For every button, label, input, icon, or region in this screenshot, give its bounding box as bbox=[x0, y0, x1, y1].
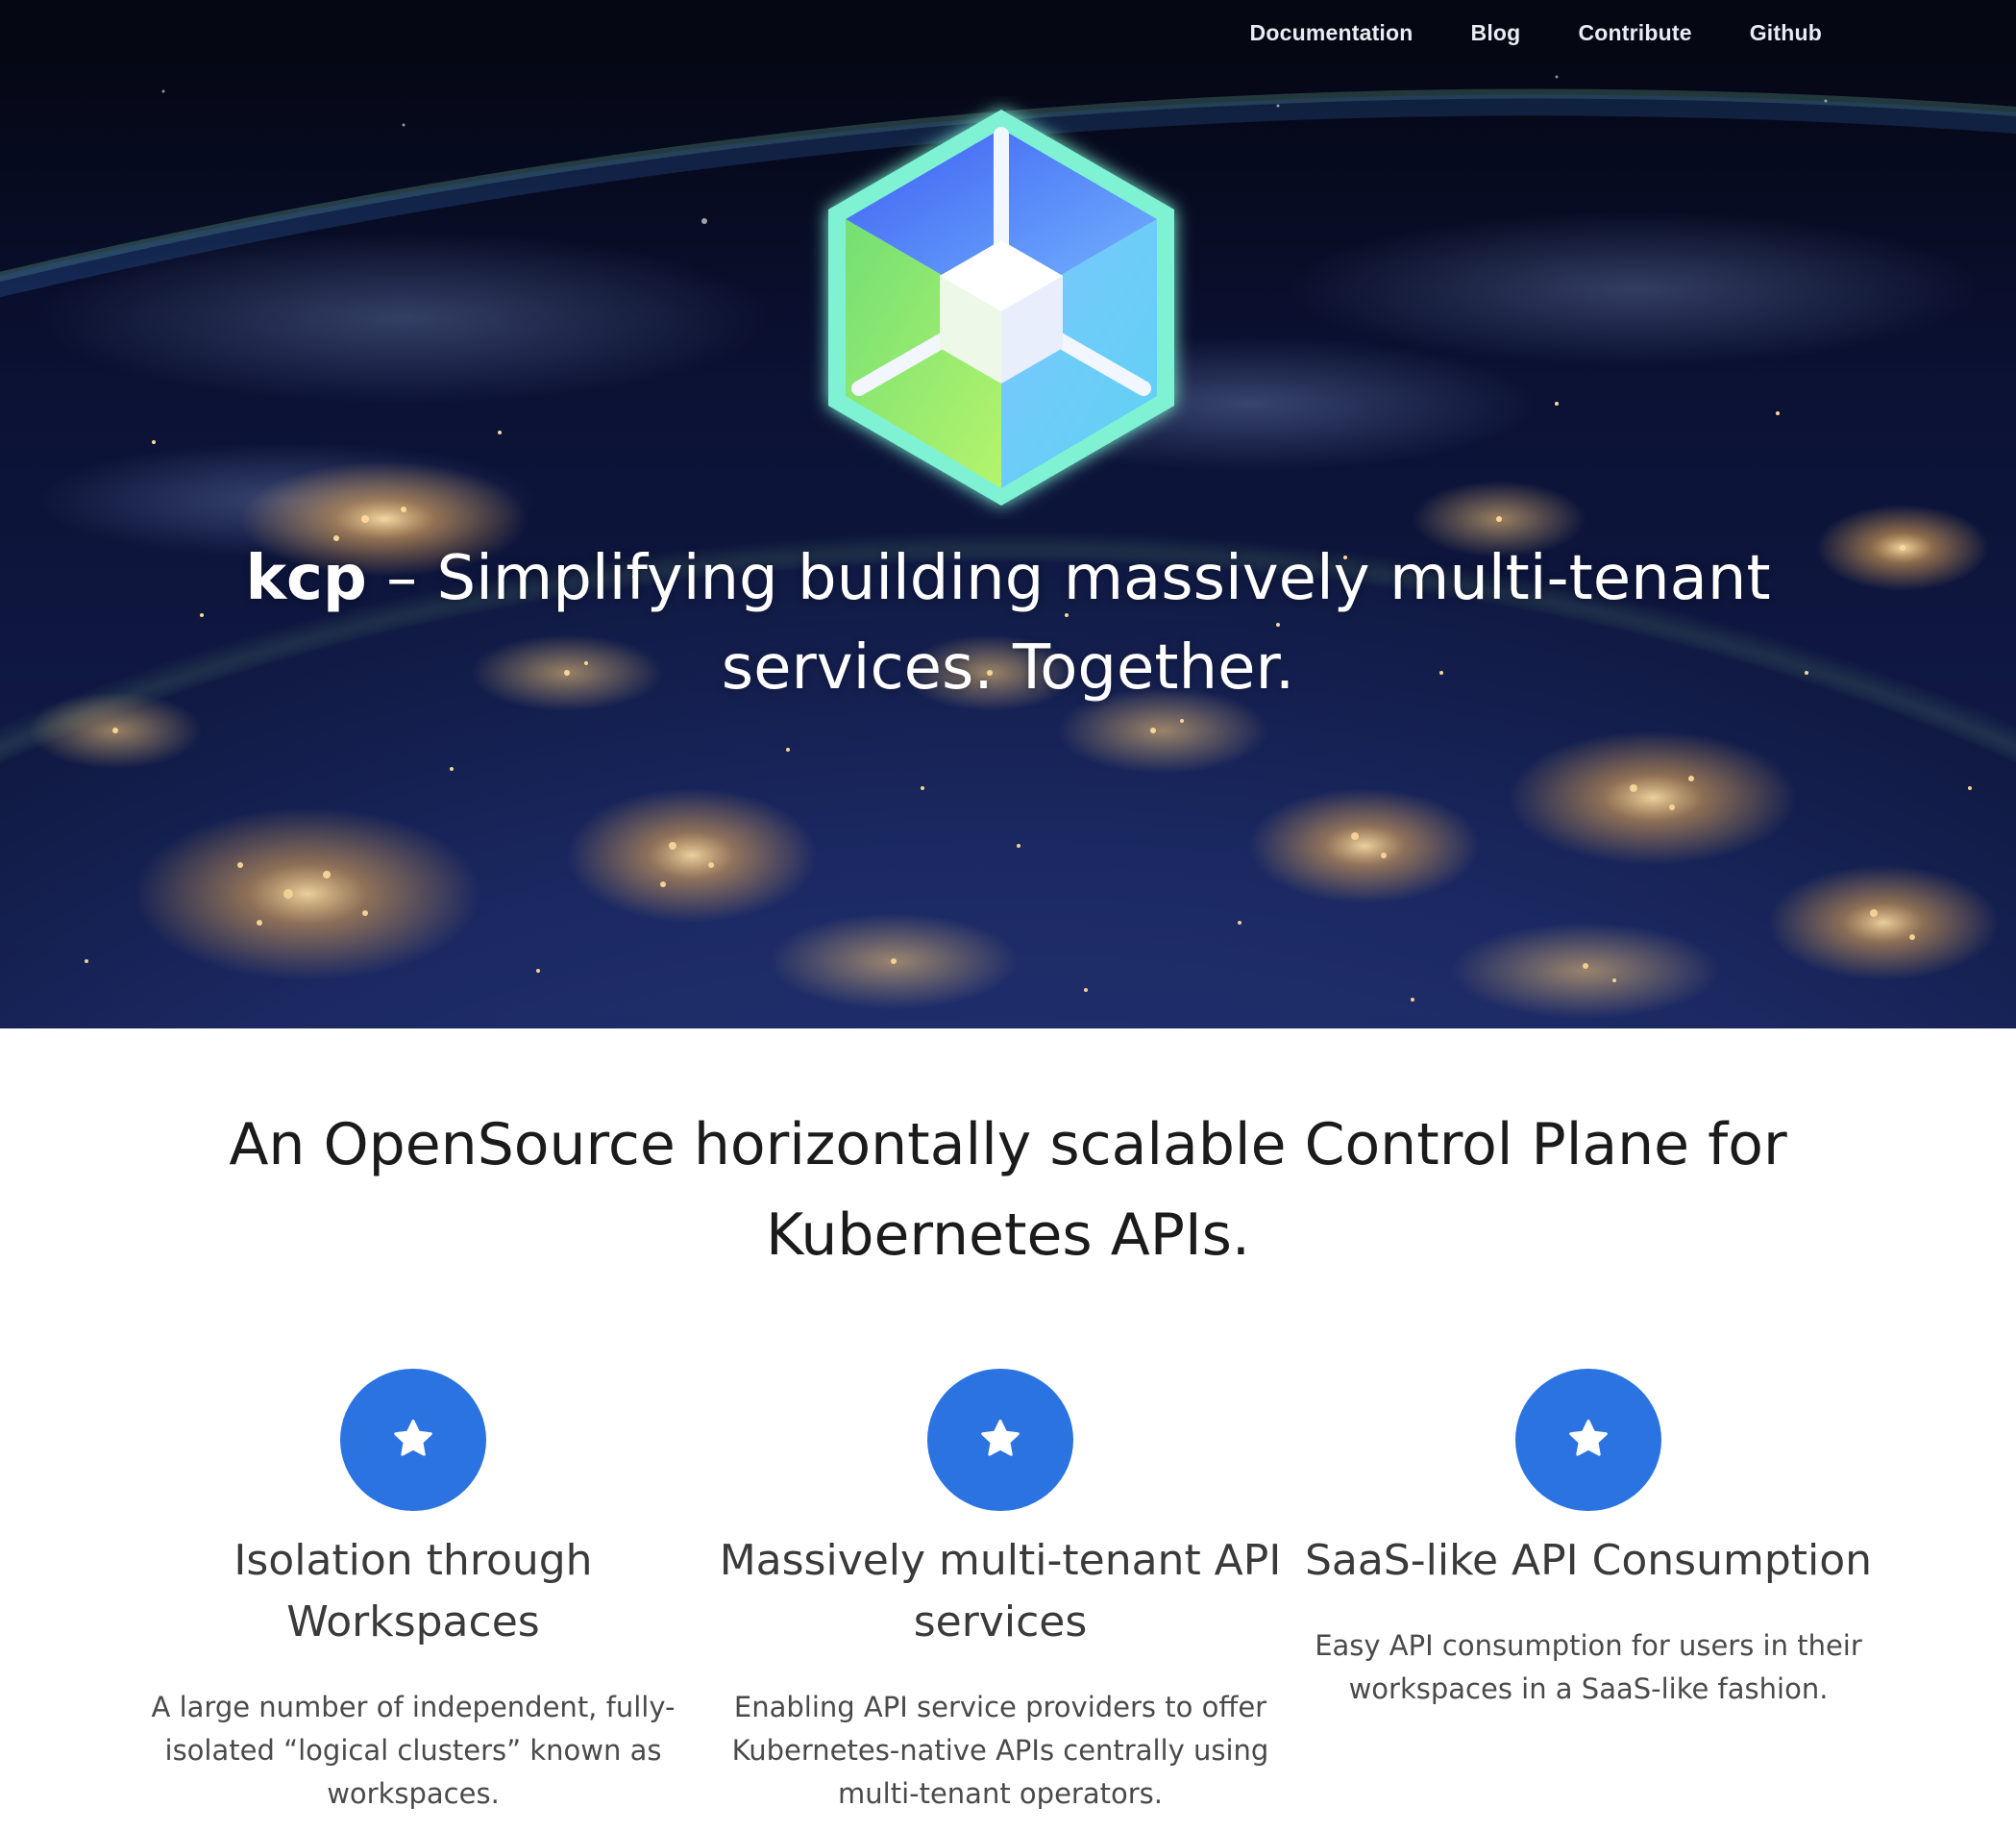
nav-github-link[interactable]: Github bbox=[1750, 20, 1822, 46]
feature-title: Massively multi-tenant API services bbox=[719, 1536, 1282, 1646]
feature-icon-badge bbox=[340, 1369, 486, 1511]
feature-description: A large number of independent, fully-iso… bbox=[151, 1691, 676, 1810]
feature-description: Easy API consumption for users in their … bbox=[1315, 1629, 1862, 1705]
feature-title: Isolation through Workspaces bbox=[234, 1536, 593, 1646]
brand-name: kcp bbox=[245, 543, 367, 614]
top-navigation: Documentation Blog Contribute Github bbox=[0, 0, 2016, 65]
feature-icon-badge bbox=[1515, 1369, 1661, 1511]
hero-subtitle: – Simplifying building massively multi-t… bbox=[366, 543, 1771, 704]
feature-card-isolation: Isolation through Workspaces A large num… bbox=[125, 1369, 701, 1816]
feature-card-multi-tenant: Massively multi-tenant API services Enab… bbox=[712, 1369, 1289, 1816]
star-icon bbox=[394, 1419, 432, 1456]
feature-description: Enabling API service providers to offer … bbox=[731, 1691, 1269, 1810]
nav-blog-link[interactable]: Blog bbox=[1471, 20, 1521, 46]
feature-icon-badge bbox=[927, 1369, 1073, 1511]
nav-contribute-link[interactable]: Contribute bbox=[1578, 20, 1691, 46]
star-icon bbox=[981, 1419, 1020, 1456]
tagline: An OpenSource horizontally scalable Cont… bbox=[229, 1111, 1787, 1269]
hero-banner: kcp – Simplifying building massively mul… bbox=[0, 0, 2016, 1028]
hero-title: kcp – Simplifying building massively mul… bbox=[154, 534, 1862, 713]
feature-card-saas: SaaS-like API Consumption Easy API consu… bbox=[1300, 1369, 1877, 1711]
star-icon bbox=[1569, 1419, 1608, 1456]
kcp-logo-icon bbox=[828, 110, 1174, 506]
feature-title: SaaS-like API Consumption bbox=[1304, 1536, 1873, 1585]
nav-documentation-link[interactable]: Documentation bbox=[1250, 20, 1414, 46]
nav-links: Documentation Blog Contribute Github bbox=[1250, 0, 1822, 65]
